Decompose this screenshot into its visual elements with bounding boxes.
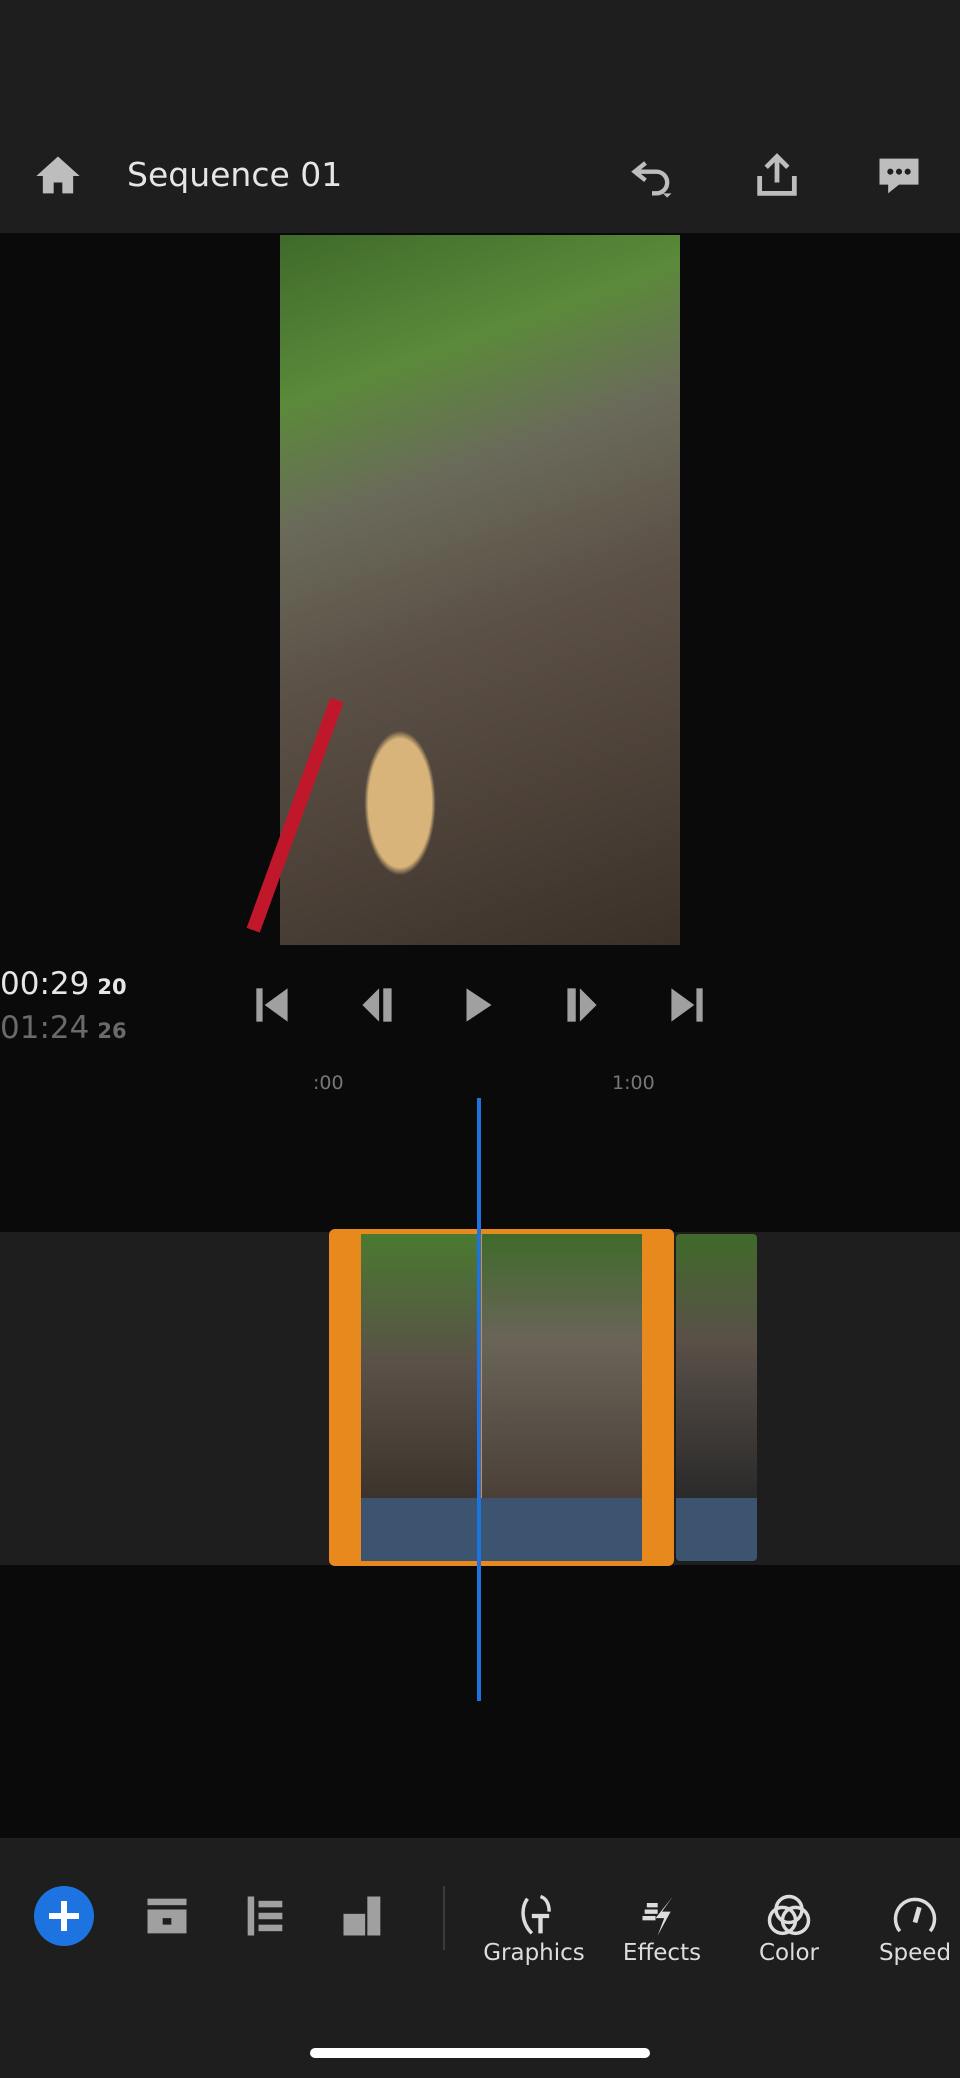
comments-icon[interactable] (873, 150, 925, 202)
duration-timecode: 01:24 26 (0, 1010, 127, 1046)
effects-icon[interactable] (636, 1890, 688, 1942)
duration-time: 01:24 (0, 1010, 90, 1046)
sequence-title[interactable]: Sequence 01 (127, 155, 342, 194)
duration-frames: 26 (97, 1019, 127, 1043)
storage-icon[interactable] (141, 1890, 193, 1942)
add-icon[interactable] (34, 1886, 94, 1946)
color-icon[interactable] (763, 1890, 815, 1942)
ruler-label: 1:00 (612, 1072, 655, 1094)
home-indicator[interactable] (310, 2048, 650, 2058)
current-frames: 20 (97, 975, 127, 999)
audio-waveform (676, 1498, 757, 1561)
color-label[interactable]: Color (724, 1940, 854, 1966)
home-icon[interactable] (32, 150, 84, 202)
current-timecode: 00:29 20 (0, 966, 127, 1002)
toolbar-divider (443, 1886, 445, 1950)
current-time: 00:29 (0, 966, 90, 1002)
graphics-label[interactable]: Graphics (469, 1940, 599, 1966)
video-preview[interactable] (280, 235, 680, 945)
header-bar (0, 0, 960, 233)
audio-waveform (361, 1498, 642, 1561)
playhead[interactable] (477, 1098, 481, 1701)
ruler-label: :00 (313, 1072, 344, 1094)
step-back-icon[interactable] (352, 980, 402, 1030)
aspect-ratio-icon[interactable] (337, 1890, 389, 1942)
skip-start-icon[interactable] (248, 980, 298, 1030)
clip-thumbnail (482, 1234, 642, 1498)
graphics-icon[interactable] (508, 1890, 560, 1942)
share-icon[interactable] (751, 150, 803, 202)
clip-thumbnail (361, 1234, 481, 1498)
speed-icon[interactable] (889, 1890, 941, 1942)
play-icon[interactable] (454, 980, 504, 1030)
step-forward-icon[interactable] (557, 980, 607, 1030)
next-clip[interactable] (676, 1234, 757, 1498)
align-icon[interactable] (239, 1890, 291, 1942)
effects-label[interactable]: Effects (597, 1940, 727, 1966)
skip-end-icon[interactable] (661, 980, 711, 1030)
undo-icon[interactable] (626, 150, 678, 202)
speed-label[interactable]: Speed (850, 1940, 960, 1966)
